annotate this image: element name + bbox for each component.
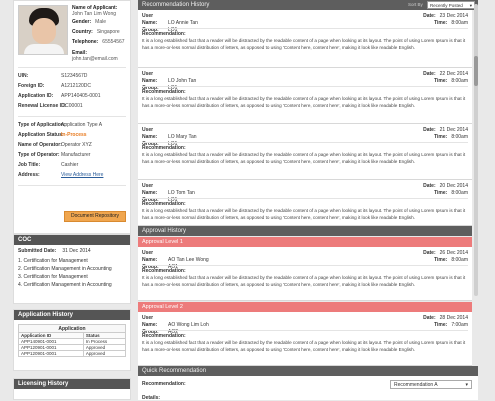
- list-item: 3. Certification for Management: [18, 274, 88, 280]
- application-table: Application ID Status APP140901-0001 In Pr…: [18, 332, 127, 357]
- list-item: 4. Certification Management in Accountin…: [18, 282, 112, 288]
- recommendation-item: User Name: LO Tom Tan Group: LO1 Date: 20 De…: [138, 180, 472, 226]
- applicant-profile-card: Name of Applicant: John Tan Lim Wong Gend…: [13, 0, 131, 234]
- submitted-date: Submitted Date: 31 Dec 2014: [18, 248, 91, 254]
- gender-field: Gender: Male: [72, 19, 107, 25]
- name-field: Name of Applicant: John Tan Lim Wong: [72, 5, 118, 17]
- quick-recommendation-label: Recommendation:: [142, 381, 186, 387]
- status-badge: In-Process: [61, 132, 87, 138]
- scrollbar-thumb[interactable]: [474, 56, 478, 86]
- licensing-history-title: Licensing History: [14, 379, 130, 389]
- recommendation-history-title: Recommendation History: [142, 2, 210, 8]
- recommendation-item: User Name: LO John Tan Group: LO1 Date: 22 D…: [138, 68, 472, 124]
- email-field: Email: john.tan@email.com: [72, 50, 118, 62]
- details-label: Details:: [142, 395, 161, 401]
- list-item: 2. Certification Management in Accountin…: [18, 266, 112, 272]
- approval-history-header: Approval History: [138, 226, 472, 236]
- sort-control: Sort By Recently Posted: [408, 0, 475, 10]
- application-history-title: Application History: [14, 310, 130, 320]
- coc-panel: COC Submitted Date: 31 Dec 2014 1. Certif…: [13, 234, 131, 304]
- table-row[interactable]: APP120901-0001 Approved: [18, 350, 127, 357]
- quick-recommendation-header: Quick Recommendation: [138, 366, 478, 376]
- licensing-history-panel: Licensing History: [13, 378, 131, 400]
- recommendation-item: User Name: LO Annie Tan Group: LO1 Date: 23 …: [138, 10, 472, 68]
- recommendation-history-header: Recommendation History Sort By Recently …: [138, 0, 478, 10]
- quick-recommendation-panel: Quick Recommendation Recommendation: Rec…: [138, 366, 478, 401]
- operator-type-row: Type of Operator: Manufacturer: [18, 152, 91, 158]
- job-title-row: Job Title: Cashier: [18, 162, 79, 168]
- country-field: Country: Singapore: [72, 29, 120, 35]
- view-address-link[interactable]: View Address Here: [61, 172, 103, 179]
- left-panel: Name of Applicant: John Tan Lim Wong Gend…: [13, 0, 131, 400]
- coc-title: COC: [14, 235, 130, 245]
- approval-level-1-header: Approval Level 1: [138, 237, 472, 247]
- application-history-panel: Application History Application Applicat…: [13, 309, 131, 371]
- main-panel: Recommendation History Sort By Recently …: [138, 0, 478, 401]
- application-id-row: Application ID: APP140405-0001: [18, 93, 101, 99]
- application-type-row: Type of Application: Application Type A: [18, 122, 103, 128]
- recommendation-select[interactable]: Recommendation A: [390, 380, 472, 389]
- uin-row: UIN: S1234567D: [18, 73, 88, 79]
- scrollbar[interactable]: [474, 4, 478, 296]
- address-row: Address: View Address Here: [18, 172, 104, 179]
- application-table-title: Application: [18, 324, 126, 332]
- coc-list: 1. Certification for Management 2. Certi…: [18, 257, 126, 289]
- telephone-field: Telephone: 65554567: [72, 39, 125, 45]
- renewal-license-row: Renewal License ID: LIC00001: [18, 103, 83, 109]
- document-repository-button[interactable]: Document Repository: [64, 211, 126, 222]
- application-status-row: Application Status: In-Process: [18, 132, 87, 138]
- recommendation-item: User Name: LO Mary Tan Group: LO1 Date: 21 D…: [138, 124, 472, 180]
- operator-name-row: Name of Operator: Operator XYZ: [18, 142, 92, 148]
- list-item: 1. Certification for Management: [18, 258, 88, 264]
- foreign-id-row: Foreign ID: A1212120DC: [18, 83, 92, 89]
- applicant-photo: [18, 5, 68, 55]
- sort-select[interactable]: Recently Posted: [427, 1, 475, 9]
- approval-level-2-header: Approval Level 2: [138, 302, 472, 312]
- approval-item: User Name: AO Wong Lim Loh Group: AO2 Date:…: [138, 312, 472, 366]
- approval-item: User Name: AO Tan Lee Wong Group: AO1 Date:…: [138, 247, 472, 301]
